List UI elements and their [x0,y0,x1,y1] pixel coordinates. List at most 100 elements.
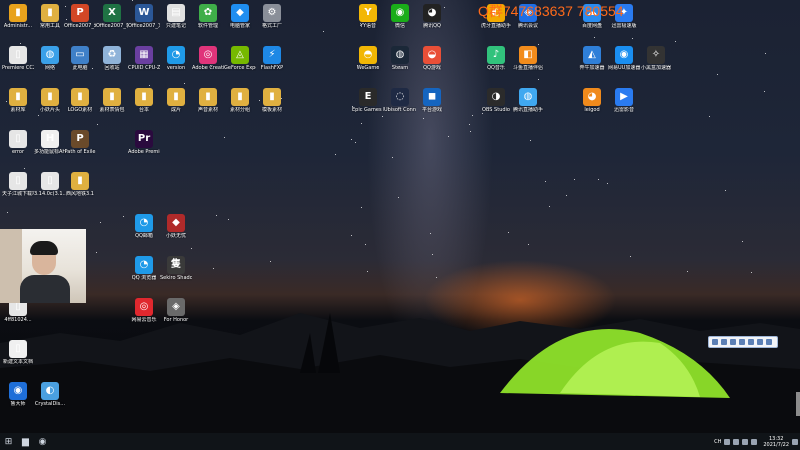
wallpaper-star [422,118,424,119]
desktop-icon-video-materials[interactable]: ▮ 素材表情包 [96,88,128,113]
tray-shield-icon[interactable] [724,438,731,445]
desktop-icon-xiaojiu-wuyou[interactable]: ◆ 小妖无忧 [160,214,192,239]
toolbar-tool-5-icon[interactable] [748,339,754,345]
desktop-icon-tools[interactable]: ▮ 常用工具 [34,4,66,29]
desktop-icon-wangyi-accel[interactable]: ◭ 奔牛加速器 [576,46,608,71]
edge-scroll-tab[interactable] [796,392,800,416]
geforce-icon: ◬ [231,46,249,64]
notification-icon[interactable] [792,438,798,445]
desktop-icon-flashfxp[interactable]: ⚡ FlashFXP [256,46,288,71]
desktop-icon-file-v31[interactable]: ▮ 西风地铁3.1 [64,172,96,197]
toolbar-tool-4-icon[interactable] [739,339,745,345]
desktop-icon-desktop-folder[interactable]: ▮ 台本 [128,88,160,113]
desktop-icon-wegame[interactable]: ◓ WeGame [352,46,384,71]
desktop-icon-ludashi[interactable]: ◉ 鲁大师 [2,382,34,407]
desktop-icon-label: 网络 [44,65,55,71]
desktop-icon-path-of-exile[interactable]: P Path of Exile [64,130,96,155]
tray-network-icon[interactable] [733,438,740,445]
desktop-icon-label: 只建笔记 [165,23,186,29]
taskbar-start-icon[interactable]: ⊞ [0,433,17,450]
desktop-icon-sekiro[interactable]: 隻Sekiro Shadow... [160,256,192,281]
desktop-icon-qq-mail[interactable]: ◔ QQ邮箱 [128,214,160,239]
desktop-icon-netease-music[interactable]: ◎ 网易云音乐 [128,298,160,323]
desktop-icon-version[interactable]: ◔ version [160,46,192,71]
desktop-icon-file-314[interactable]: ▯3.14.0c(3.1...课程版_通... [34,172,66,197]
toolbar-tool-3-icon[interactable] [730,339,736,345]
desktop-icon-soft-manager[interactable]: ✿ 软件管理 [192,4,224,29]
desktop-icon-leigod[interactable]: ◕ leigod [576,88,608,113]
desktop-icon-format-factory[interactable]: ⚙ 格式工厂 [256,4,288,29]
desktop-icon-steam[interactable]: ◍ Steam [384,46,416,71]
desktop-icon-this-pc[interactable]: ▭ 此电脑 [64,46,96,71]
desktop-icon-ea-app[interactable]: ◼ 平台游戏 [416,88,448,113]
wallpaper-star [436,277,438,279]
desktop-icon-geforce[interactable]: ◬GeForce Experience [224,46,256,71]
desktop-icon-office-xls[interactable]: XOffice2007_表格 [96,4,128,29]
toolbar-tool-1-icon[interactable] [712,339,718,345]
desktop-icon-office-doc[interactable]: WOffice2007_文字 [128,4,160,29]
wallpaper-star [686,271,688,273]
desktop-icon-xiaohei-accel[interactable]: ✧ 小黑盒加速器 [640,46,672,71]
desktop-icon-finished[interactable]: ▮ 成片 [160,88,192,113]
desktop-icon-for-honor[interactable]: ◈ For Honor [160,298,192,323]
taskbar-clock[interactable]: 13:32 2021/7/22 [763,436,789,448]
desktop-icon-new-text[interactable]: ▯ 新建文本文档 [2,340,34,365]
desktop-icon-xunlei-video[interactable]: ▶ 迅雷影音 [608,88,640,113]
toolbar-tool-6-icon[interactable] [757,339,763,345]
desktop-icon-label: 模板素材 [261,107,282,113]
this-pc-icon: ▭ [71,46,89,64]
wallpaper-star [607,182,609,184]
taskbar-obs-icon[interactable]: ◉ [34,433,51,450]
desktop-icon-label: 小妖无忧 [165,233,186,239]
wallpaper-star [96,124,98,126]
desktop-icon-qq-browser[interactable]: ◔ QQ 浏览器 [128,256,160,281]
tray-app-icon[interactable] [751,438,758,445]
desktop-icon-obs[interactable]: ◑ OBS Studio [480,88,512,113]
desktop-icon-notes[interactable]: ▤ 只建笔记 [160,4,192,29]
wallpaper-star [184,82,186,84]
desktop-icon-pre-folder[interactable]: ▮ 小妖片头 [34,88,66,113]
desktop-icon-materials[interactable]: ▮ 素材库 [2,88,34,113]
desktop-icon-ubisoft[interactable]: ◌Ubisoft Connect [384,88,416,113]
desktop-icon-sound-materials[interactable]: ▮ 声音素材 [192,88,224,113]
desktop-icon-recycle-bin[interactable]: ♻ 回收站 [96,46,128,71]
desktop-icon-wechat[interactable]: ◉ 微信 [384,4,416,29]
desktop-icon-label: 回收站 [104,65,120,71]
desktop-icon-tencent-live[interactable]: ◍ 腾讯直播助手 [512,88,544,113]
desktop-icon-network[interactable]: ◍ 网络 [34,46,66,71]
desktop-icon-qq[interactable]: ◕ 腾讯QQ [416,4,448,29]
desktop-icon-qq-game[interactable]: ◒ QQ游戏 [416,46,448,71]
wallpaper-star [190,247,192,249]
desktop-icon-adobe-premiere[interactable]: PrAdobe Premie... [128,130,160,155]
desktop-icon-epic[interactable]: EEpic Games Launcher [352,88,384,113]
toolbar-tool-2-icon[interactable] [721,339,727,345]
input-method-label[interactable]: CH [714,439,721,445]
floating-toolbar[interactable] [708,336,778,348]
desktop-icon-cpuid[interactable]: ▦ CPUID CPU-Z [128,46,160,71]
taskbar-explorer-icon[interactable]: ▆ [17,433,34,450]
desktop-icon-error[interactable]: ▯ error [2,130,34,155]
desktop-icon-netease-uu[interactable]: ◉ 网易UU加速器 [608,46,640,71]
desktop-icon-office-ppt[interactable]: POffice2007_幻灯片PPT [64,4,96,29]
desktop-icon-tianzi-jiang[interactable]: ▯天子江城下载地址 [2,172,34,197]
wallpaper-star [398,196,400,198]
desktop-icon-label: 多功能鼠标AHK [34,149,66,155]
desktop-icon-label: Path of Exile [64,149,96,155]
wallpaper-star [629,256,631,258]
toolbar-tool-7-icon[interactable] [766,339,772,345]
desktop-icon-materials-sort[interactable]: ▮ 素材分组 [224,88,256,113]
tray-volume-icon[interactable] [742,438,749,445]
desktop-icon-template[interactable]: ▮ 模板素材 [256,88,288,113]
cpuid-icon: ▦ [135,46,153,64]
desktop-icon-qq-music[interactable]: ♪ QQ音乐 [480,46,512,71]
desktop-icon-premiere-cc[interactable]: ▯Premiere CC2019 [2,46,34,71]
desktop-icon-administrator[interactable]: ▮ Administr... [2,4,34,29]
desktop-icon-crystaldisk[interactable]: ◐ CrystalDis... [34,382,66,407]
desktop-icon-logo-materials[interactable]: ▮ LOGO素材 [64,88,96,113]
wechat-icon: ◉ [391,4,409,22]
desktop-icon-pc-manager[interactable]: ◆ 电脑管家 [224,4,256,29]
desktop-icon-ahk[interactable]: H 多功能鼠标AHK [34,130,66,155]
desktop-icon-yy-voice[interactable]: Y YY语音 [352,4,384,29]
desktop-icon-douyu[interactable]: ◧ 斗鱼直播伴侣 [512,46,544,71]
desktop-icon-adobe-creative[interactable]: ◎Adobe Creati... [192,46,224,71]
